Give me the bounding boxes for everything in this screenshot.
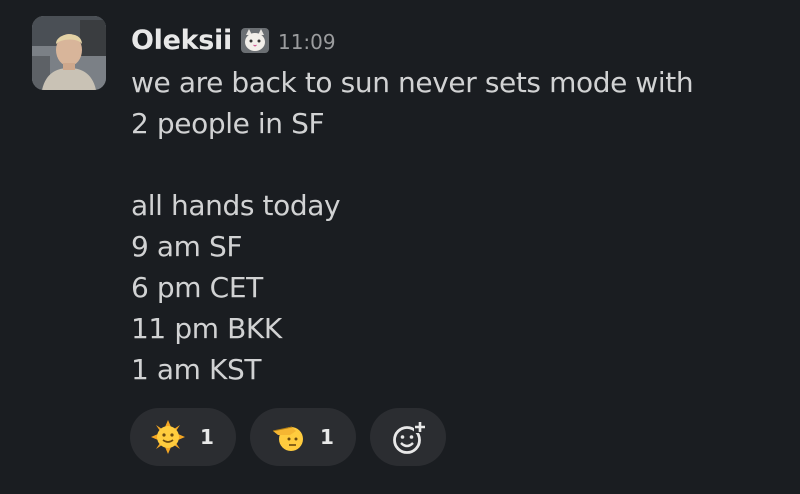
message-line: 6 pm CET xyxy=(131,271,263,304)
message-line: 11 pm BKK xyxy=(131,312,282,345)
message-line: we are back to sun never sets mode with xyxy=(131,66,694,99)
avatar[interactable] xyxy=(32,16,106,90)
message-header: Oleksii 11:09 xyxy=(131,22,336,58)
message-line: 1 am KST xyxy=(131,353,262,386)
cat-emoji-icon[interactable] xyxy=(240,25,270,55)
message-line: 2 people in SF xyxy=(131,107,325,140)
timestamp[interactable]: 11:09 xyxy=(278,26,336,54)
add-reaction-icon xyxy=(390,419,426,455)
message-line: all hands today xyxy=(131,189,341,222)
reaction-salute[interactable]: 1 xyxy=(250,408,356,466)
sun-with-face-icon xyxy=(150,419,186,455)
reaction-count: 1 xyxy=(320,425,334,449)
avatar-photo xyxy=(32,16,106,90)
reaction-count: 1 xyxy=(200,425,214,449)
message-body: we are back to sun never sets mode with … xyxy=(131,62,694,390)
saluting-face-icon xyxy=(270,419,306,455)
reactions-bar: 1 1 xyxy=(130,408,446,466)
message-line: 9 am SF xyxy=(131,230,243,263)
username[interactable]: Oleksii xyxy=(131,25,232,56)
chat-message: Oleksii 11:09 we are back to sun never s… xyxy=(0,0,800,494)
reaction-sun[interactable]: 1 xyxy=(130,408,236,466)
add-reaction-button[interactable] xyxy=(370,408,446,466)
